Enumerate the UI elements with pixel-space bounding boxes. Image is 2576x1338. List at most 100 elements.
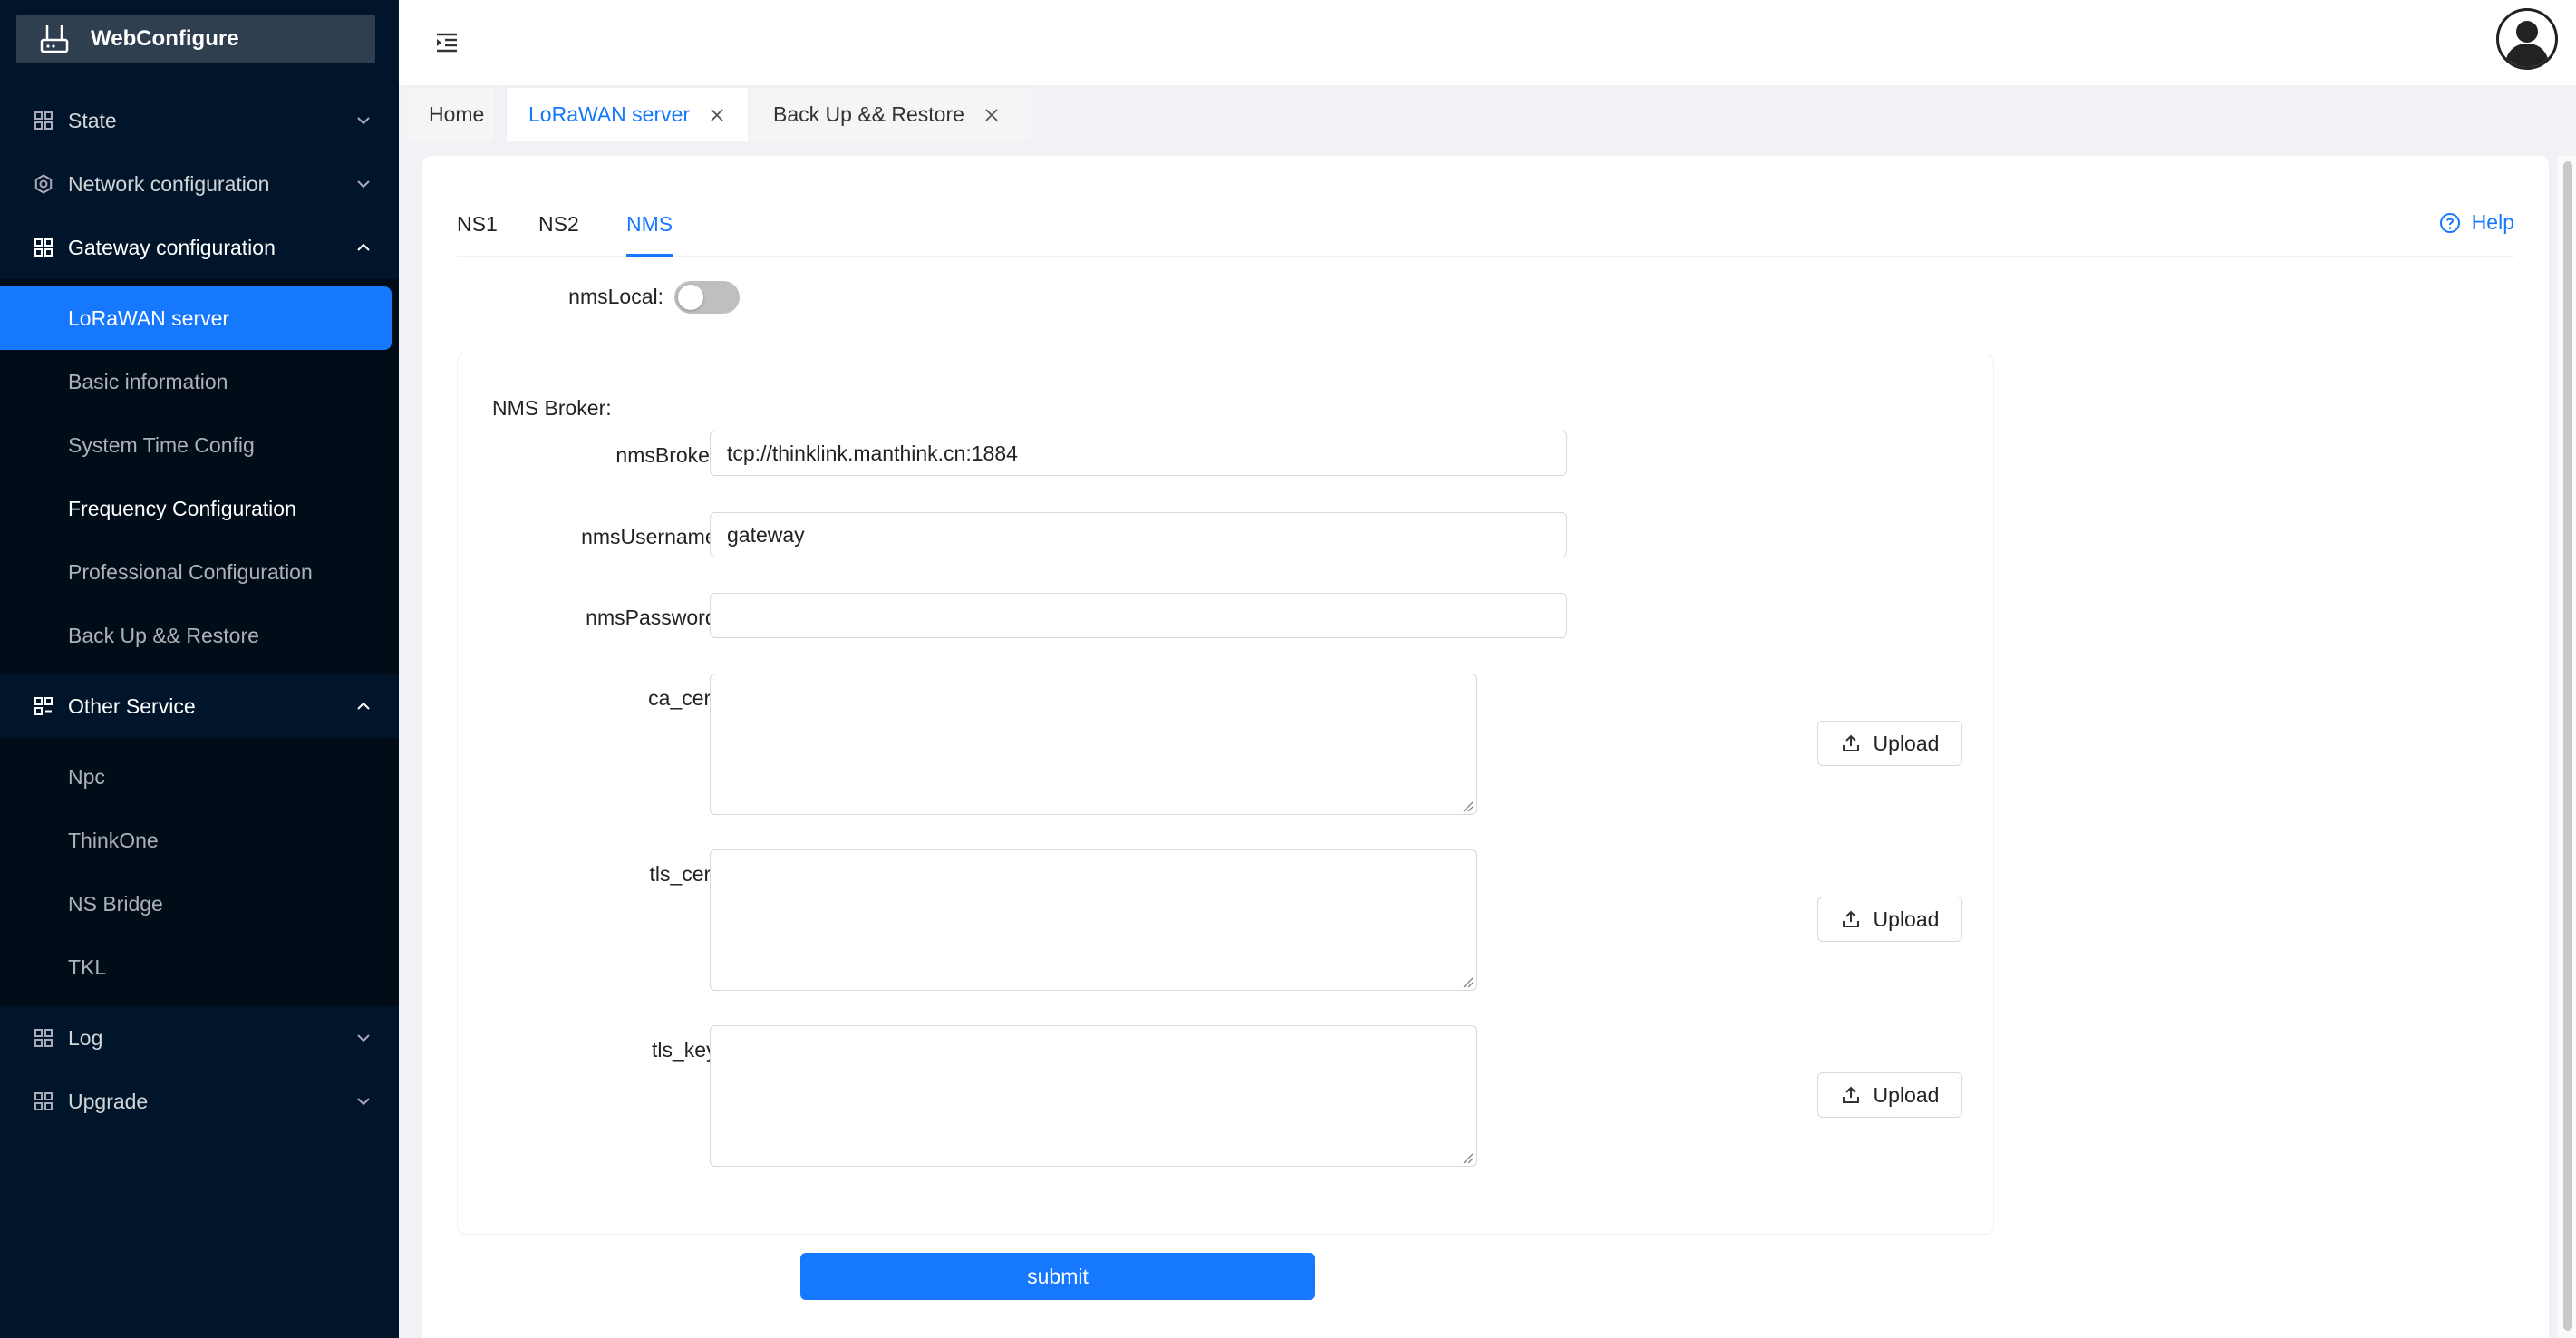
chevron-down-icon — [355, 1093, 372, 1110]
app-logo[interactable]: WebConfigure — [16, 15, 375, 63]
chevron-up-icon — [355, 698, 372, 714]
sidebar-item-network-configuration[interactable]: Network configuration — [0, 152, 399, 216]
gateway-configuration-submenu: LoRaWAN server Basic information System … — [0, 279, 399, 674]
sidebar-item-state[interactable]: State — [0, 89, 399, 152]
sidebar-item-label: Gateway configuration — [68, 235, 276, 259]
chevron-down-icon — [355, 176, 372, 192]
sidebar-item-lorawan-server[interactable]: LoRaWAN server — [0, 286, 392, 350]
nms-username-label: nmsUsername: — [581, 525, 722, 548]
other-service-submenu: Npc ThinkOne NS Bridge TKL — [0, 738, 399, 1006]
tls-cert-label: tls_cert: — [649, 862, 722, 886]
switch-knob — [678, 285, 703, 310]
sidebar-item-other-service[interactable]: Other Service — [0, 674, 399, 738]
sidebar-item-npc[interactable]: Npc — [0, 745, 399, 809]
ca-cert-textarea[interactable] — [710, 674, 1477, 815]
help-link[interactable]: Help — [2439, 210, 2514, 235]
tab-nms[interactable]: NMS — [626, 212, 673, 237]
sidebar-item-label: Log — [68, 1025, 103, 1050]
server-tabs: NS1 NS2 NMS Help — [457, 156, 2514, 257]
nms-local-switch[interactable] — [674, 281, 740, 314]
gear-icon — [34, 174, 53, 194]
grid-icon — [34, 111, 53, 131]
nms-password-label: nmsPassword: — [586, 606, 722, 629]
tab-lorawan-server[interactable]: LoRaWAN server — [506, 87, 749, 141]
user-avatar-icon[interactable] — [2496, 8, 2558, 70]
sidebar-item-basic-information[interactable]: Basic information — [0, 350, 399, 413]
content-card: NS1 NS2 NMS Help nmsLocal: NMS Broker: n… — [422, 156, 2549, 1338]
gateway-icon — [36, 21, 73, 57]
grid-icon — [34, 1028, 53, 1048]
resize-grip-icon — [1463, 801, 1474, 812]
upload-label: Upload — [1873, 731, 1940, 755]
sidebar-item-label: Other Service — [68, 693, 196, 718]
ca-cert-upload-button[interactable]: Upload — [1817, 721, 1962, 766]
grid-icon — [34, 1091, 53, 1111]
sidebar-item-label: Npc — [68, 764, 105, 789]
sidebar-item-label: ThinkOne — [68, 828, 159, 852]
sidebar-item-thinkone[interactable]: ThinkOne — [0, 809, 399, 872]
scrollbar-thumb[interactable] — [2563, 161, 2572, 1331]
chevron-down-icon — [355, 1030, 372, 1046]
upload-icon — [1841, 733, 1861, 753]
tab-label: Back Up && Restore — [773, 102, 964, 126]
sidebar-item-backup-restore[interactable]: Back Up && Restore — [0, 604, 399, 667]
sidebar-item-frequency-configuration[interactable]: Frequency Configuration — [0, 477, 399, 540]
sidebar-item-ns-bridge[interactable]: NS Bridge — [0, 872, 399, 936]
submit-button[interactable]: submit — [800, 1253, 1315, 1300]
nms-local-label: nmsLocal: — [568, 285, 663, 308]
sidebar-item-tkl[interactable]: TKL — [0, 936, 399, 999]
close-icon[interactable] — [984, 108, 999, 122]
app-title: WebConfigure — [91, 26, 239, 51]
chevron-up-icon — [355, 239, 372, 256]
nms-broker-input[interactable] — [710, 431, 1567, 476]
tab-label: Home — [429, 102, 485, 126]
sidebar-item-label: NS Bridge — [68, 891, 163, 916]
sidebar-item-upgrade[interactable]: Upgrade — [0, 1070, 399, 1133]
sidebar-item-log[interactable]: Log — [0, 1006, 399, 1070]
resize-grip-icon — [1463, 977, 1474, 988]
sidebar-item-system-time-config[interactable]: System Time Config — [0, 413, 399, 477]
page-tabs: Home LoRaWAN server Back Up && Restore — [399, 85, 2576, 143]
sidebar-item-label: LoRaWAN server — [68, 305, 230, 330]
tls-key-upload-button[interactable]: Upload — [1817, 1072, 1962, 1118]
help-label: Help — [2471, 210, 2514, 234]
tab-label: LoRaWAN server — [528, 102, 691, 126]
ca-cert-label: ca_cert: — [648, 686, 722, 710]
nms-password-input[interactable] — [710, 593, 1567, 638]
chevron-down-icon — [355, 112, 372, 129]
sidebar-item-professional-configuration[interactable]: Professional Configuration — [0, 540, 399, 604]
menu-fold-icon[interactable] — [431, 27, 462, 58]
sidebar-menu: State Network configuration Gateway conf… — [0, 89, 399, 1133]
sidebar-item-label: Frequency Configuration — [68, 496, 296, 520]
top-header — [399, 0, 2576, 85]
question-circle-icon — [2439, 212, 2461, 234]
close-icon[interactable] — [710, 108, 724, 122]
resize-grip-icon — [1463, 1153, 1474, 1164]
upload-icon — [1841, 1085, 1861, 1105]
apps-icon — [34, 696, 53, 716]
tab-ns1[interactable]: NS1 — [457, 212, 498, 237]
sidebar-item-label: Professional Configuration — [68, 559, 313, 584]
tls-cert-textarea[interactable] — [710, 849, 1477, 991]
upload-label: Upload — [1873, 1082, 1940, 1107]
tls-key-label: tls_key: — [652, 1038, 722, 1062]
tab-ns2[interactable]: NS2 — [538, 212, 579, 237]
page-scrollbar[interactable] — [2558, 156, 2576, 1338]
sidebar: WebConfigure State Network configuration… — [0, 0, 399, 1338]
tls-key-textarea[interactable] — [710, 1025, 1477, 1167]
sidebar-item-label: System Time Config — [68, 432, 255, 457]
nms-broker-panel: NMS Broker: nmsBroker: nmsUsername: nmsP… — [457, 354, 1994, 1235]
sidebar-item-label: Back Up && Restore — [68, 623, 259, 647]
upload-label: Upload — [1873, 907, 1940, 931]
sidebar-item-label: Basic information — [68, 369, 228, 393]
tab-home[interactable]: Home — [406, 87, 495, 141]
tab-backup-restore[interactable]: Back Up && Restore — [751, 87, 1031, 141]
tls-cert-upload-button[interactable]: Upload — [1817, 897, 1962, 942]
upload-icon — [1841, 909, 1861, 929]
sidebar-item-label: State — [68, 108, 117, 132]
sidebar-item-label: Network configuration — [68, 171, 270, 196]
nms-username-input[interactable] — [710, 512, 1567, 558]
sidebar-item-gateway-configuration[interactable]: Gateway configuration — [0, 216, 399, 279]
active-tab-indicator — [626, 254, 673, 257]
sidebar-item-label: Upgrade — [68, 1089, 149, 1113]
